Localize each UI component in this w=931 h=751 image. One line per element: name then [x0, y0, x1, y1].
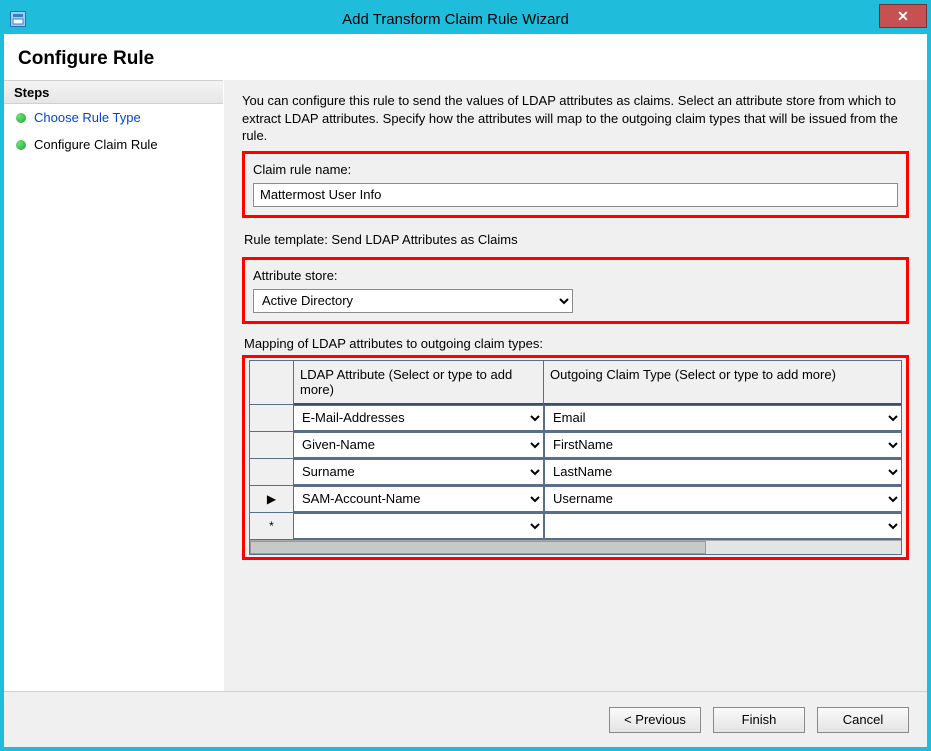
table-row: Given-Name FirstName	[250, 432, 901, 459]
ldap-attr-select[interactable]: SAM-Account-Name	[294, 486, 544, 512]
grid-body: E-Mail-Addresses Email Given-Name	[250, 405, 901, 540]
body-row: Steps Choose Rule Type Configure Claim R…	[4, 80, 927, 691]
attribute-store-section: Attribute store: Active Directory	[242, 257, 909, 324]
ldap-attr-select[interactable]: Surname	[294, 459, 544, 485]
ldap-attr-select[interactable]	[294, 513, 544, 539]
mapping-table-section: LDAP Attribute (Select or type to add mo…	[242, 355, 909, 560]
wizard-window: Add Transform Claim Rule Wizard ✕ Config…	[0, 0, 931, 751]
claim-type-header: Outgoing Claim Type (Select or type to a…	[544, 361, 901, 405]
row-marker	[250, 432, 294, 459]
scrollbar-thumb[interactable]	[250, 541, 706, 554]
wizard-footer: < Previous Finish Cancel	[4, 691, 927, 747]
claim-rule-name-input[interactable]	[253, 183, 898, 207]
table-row: ▶ SAM-Account-Name Username	[250, 486, 901, 513]
grid-horizontal-scrollbar[interactable]	[250, 540, 901, 554]
ldap-attr-header: LDAP Attribute (Select or type to add mo…	[294, 361, 544, 405]
finish-button[interactable]: Finish	[713, 707, 805, 733]
claim-type-select[interactable]	[544, 513, 901, 539]
row-marker-new: *	[250, 513, 294, 540]
claim-rule-name-section: Claim rule name:	[242, 151, 909, 218]
app-icon	[10, 11, 26, 27]
client-area: Configure Rule Steps Choose Rule Type Co…	[4, 34, 927, 747]
claim-type-select[interactable]: Username	[544, 486, 901, 512]
steps-header: Steps	[4, 80, 223, 104]
page-title: Configure Rule	[4, 34, 927, 80]
grid-header-row: LDAP Attribute (Select or type to add mo…	[250, 361, 901, 405]
row-marker	[250, 405, 294, 432]
claim-rule-name-label: Claim rule name:	[253, 162, 898, 177]
row-marker	[250, 459, 294, 486]
table-row: E-Mail-Addresses Email	[250, 405, 901, 432]
table-row: Surname LastName	[250, 459, 901, 486]
ldap-attr-select[interactable]: E-Mail-Addresses	[294, 405, 544, 431]
close-icon: ✕	[897, 8, 909, 25]
step-configure-claim-rule[interactable]: Configure Claim Rule	[4, 131, 223, 158]
mapping-label: Mapping of LDAP attributes to outgoing c…	[244, 336, 909, 351]
step-label: Configure Claim Rule	[34, 137, 158, 152]
attribute-store-select[interactable]: Active Directory	[253, 289, 573, 313]
step-bullet-icon	[16, 140, 26, 150]
rule-template-text: Rule template: Send LDAP Attributes as C…	[244, 232, 909, 247]
instructions-text: You can configure this rule to send the …	[242, 92, 909, 145]
close-button[interactable]: ✕	[879, 4, 927, 28]
cancel-button[interactable]: Cancel	[817, 707, 909, 733]
claim-type-select[interactable]: LastName	[544, 459, 901, 485]
table-row-new: *	[250, 513, 901, 540]
step-choose-rule-type[interactable]: Choose Rule Type	[4, 104, 223, 131]
previous-button[interactable]: < Previous	[609, 707, 701, 733]
claim-type-select[interactable]: Email	[544, 405, 901, 431]
attribute-store-label: Attribute store:	[253, 268, 898, 283]
grid-marker-header	[250, 361, 294, 405]
window-title: Add Transform Claim Rule Wizard	[34, 11, 877, 28]
mapping-grid: LDAP Attribute (Select or type to add mo…	[249, 360, 902, 555]
steps-sidebar: Steps Choose Rule Type Configure Claim R…	[4, 80, 224, 691]
step-label: Choose Rule Type	[34, 110, 141, 125]
ldap-attr-select[interactable]: Given-Name	[294, 432, 544, 458]
claim-type-select[interactable]: FirstName	[544, 432, 901, 458]
title-bar: Add Transform Claim Rule Wizard ✕	[4, 4, 927, 34]
main-panel: You can configure this rule to send the …	[224, 80, 927, 691]
step-bullet-icon	[16, 113, 26, 123]
row-marker-current: ▶	[250, 486, 294, 513]
